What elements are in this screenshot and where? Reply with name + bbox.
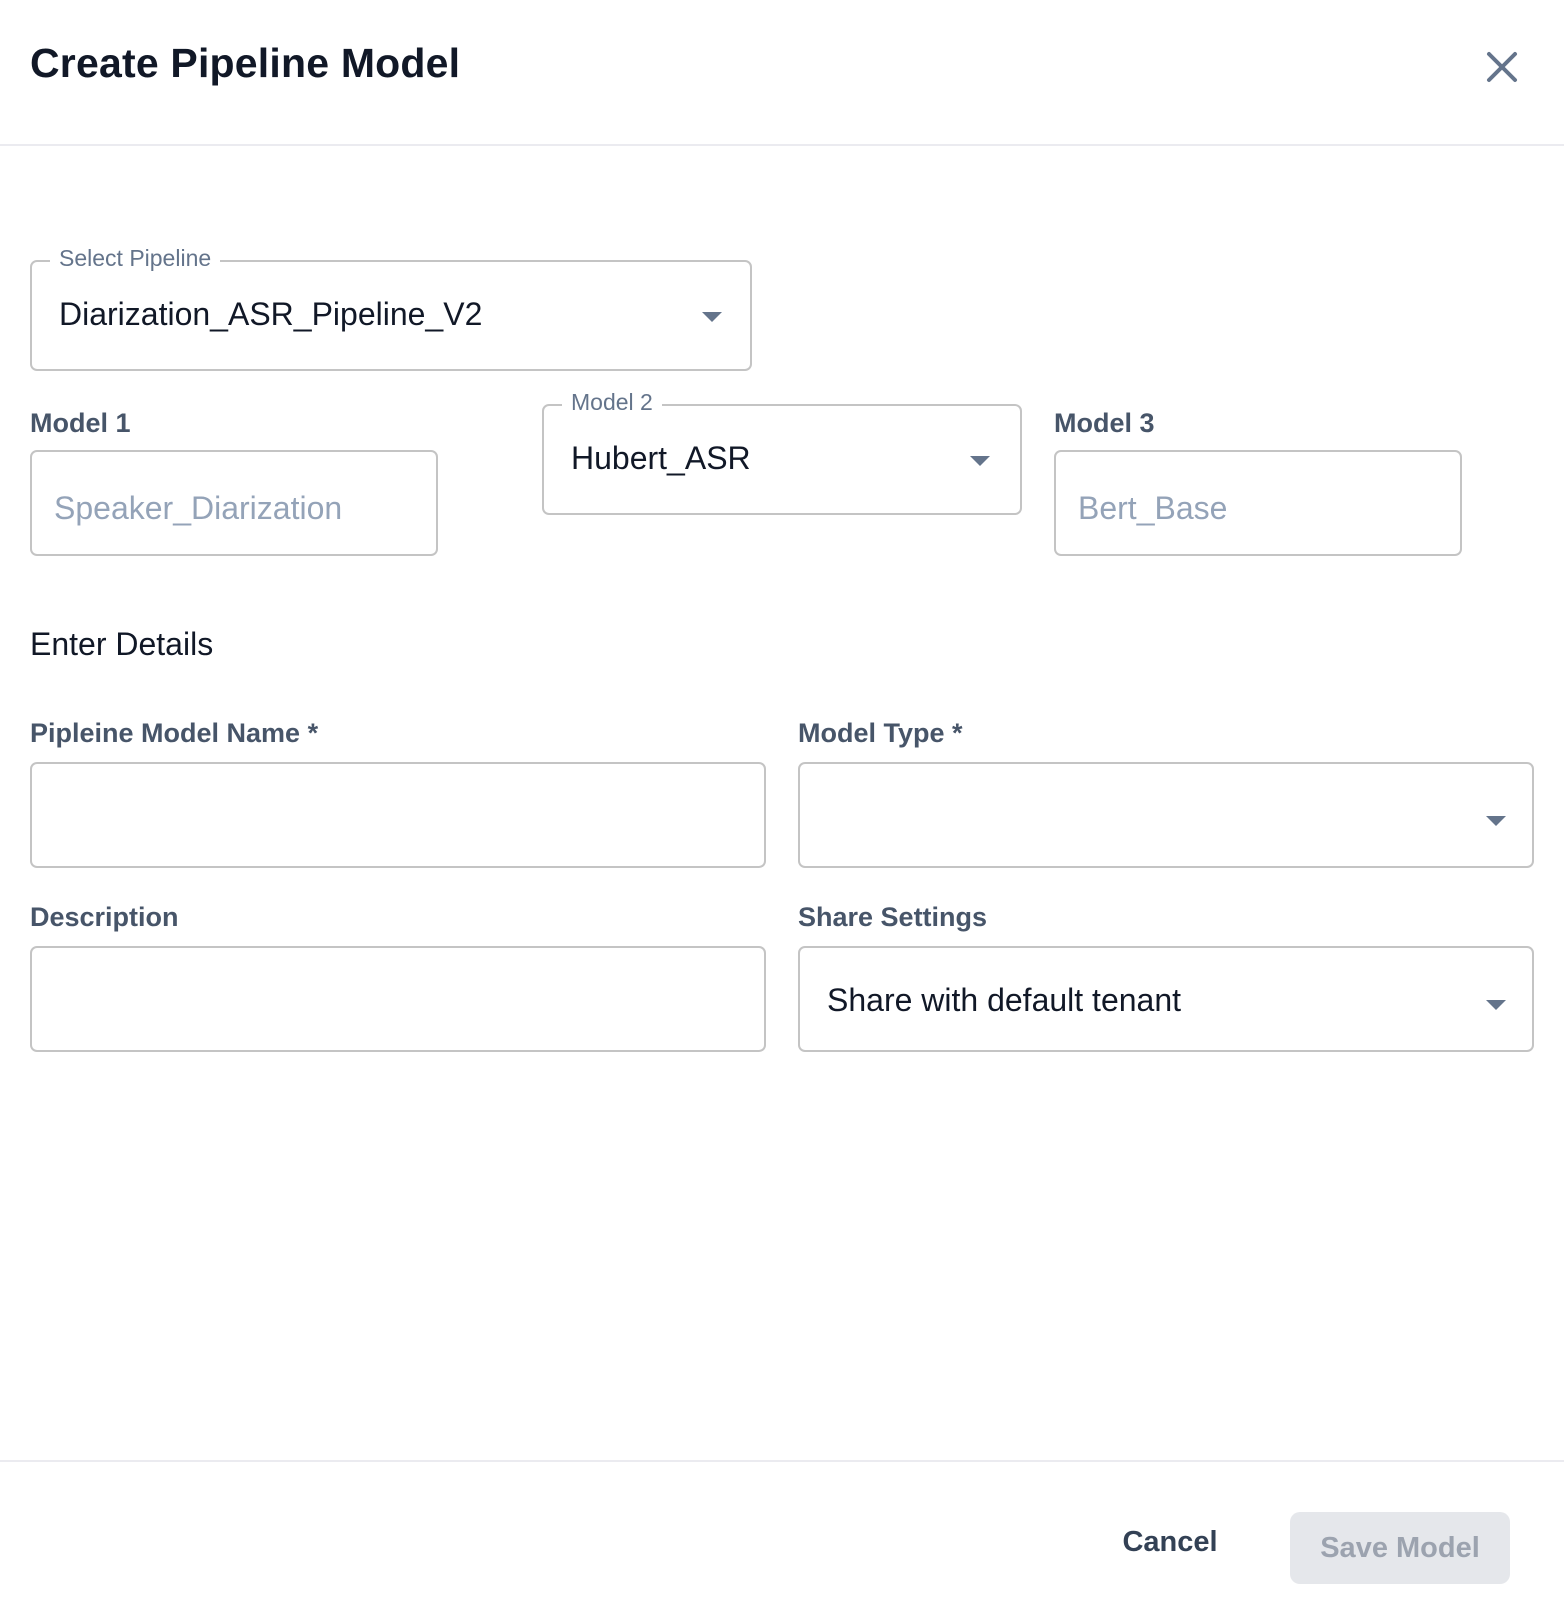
model-3-placeholder: Bert_Base [1078,490,1228,526]
save-model-button[interactable]: Save Model [1290,1512,1510,1584]
dialog-footer: Cancel Save Model [0,1460,1564,1614]
model-type-label: Model Type * [798,718,963,748]
model-1-label: Model 1 [30,408,131,438]
model-3-label: Model 3 [1054,408,1155,438]
chevron-down-icon [702,312,722,322]
select-pipeline-value: Diarization_ASR_Pipeline_V2 [59,296,483,332]
description-label: Description [30,902,179,932]
model-2-value: Hubert_ASR [571,440,751,476]
model-1-placeholder: Speaker_Diarization [54,490,343,526]
close-icon [1487,52,1517,82]
model-type-dropdown[interactable] [798,762,1534,868]
cancel-button[interactable]: Cancel [1100,1506,1240,1578]
dialog-title: Create Pipeline Model [30,40,461,86]
share-settings-dropdown[interactable]: Share with default tenant [798,946,1534,1052]
model-2-dropdown[interactable]: Model 2 Hubert_ASR [542,389,1022,515]
model-1-input[interactable]: Speaker_Diarization [30,450,438,556]
share-settings-label: Share Settings [798,902,988,932]
select-pipeline-label: Select Pipeline [50,245,221,272]
model-2-label: Model 2 [562,389,662,416]
description-input[interactable] [30,946,766,1052]
chevron-down-icon [1486,1000,1506,1010]
select-pipeline-dropdown[interactable]: Select Pipeline Diarization_ASR_Pipeline… [30,245,752,371]
model-3-input[interactable]: Bert_Base [1054,450,1462,556]
pipeline-model-name-label: Pipleine Model Name * [30,718,319,748]
pipeline-model-name-input[interactable] [30,762,766,868]
chevron-down-icon [1486,816,1506,826]
dialog-header: Create Pipeline Model [0,0,1564,146]
chevron-down-icon [970,456,990,466]
close-button[interactable] [1480,45,1524,89]
share-settings-value: Share with default tenant [827,982,1182,1018]
enter-details-heading: Enter Details [30,626,214,662]
